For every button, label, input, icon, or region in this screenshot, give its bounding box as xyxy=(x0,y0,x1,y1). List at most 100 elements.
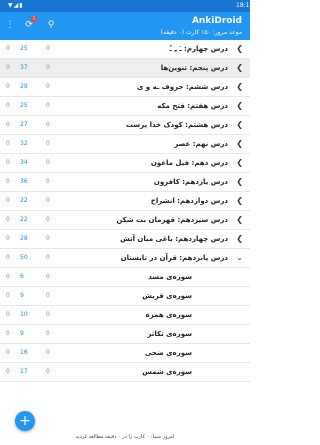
deck-name: درس یازدهم: کافرون xyxy=(153,178,228,186)
review-count: 0 xyxy=(46,311,50,318)
learn-count: 0 xyxy=(6,254,10,261)
chevron-left-icon[interactable]: ❮ xyxy=(236,101,243,110)
deck-row[interactable]: 0 34 0 درس دهم: فیل ماعون ❮ xyxy=(0,154,250,173)
deck-row[interactable]: 0 25 0 درس چهارم: ـَ ـِ ـُ ❮ xyxy=(0,40,250,59)
new-count: 25 xyxy=(20,102,28,109)
chevron-left-icon[interactable]: ❮ xyxy=(236,234,243,243)
deck-name: سوره‌ی ضحی xyxy=(144,349,192,357)
chevron-left-icon[interactable]: ❮ xyxy=(236,158,243,167)
deck-row[interactable]: 0 22 0 درس دوازدهم: انشراح ❮ xyxy=(0,192,250,211)
deck-name: درس ششم: حروف ـه و ی xyxy=(136,83,228,91)
learn-count: 0 xyxy=(6,216,10,223)
overflow-menu-icon[interactable]: ⋮ xyxy=(3,18,17,32)
search-icon[interactable]: ⚲ xyxy=(44,18,58,32)
status-bar: ▼◢▮ 18:16 xyxy=(0,0,253,12)
new-count: 28 xyxy=(20,235,28,242)
review-count: 0 xyxy=(46,349,50,356)
chevron-left-icon[interactable]: ❮ xyxy=(236,44,243,53)
deck-name: درس چهارم: ـَ ـِ ـُ xyxy=(169,45,228,53)
review-count: 0 xyxy=(46,197,50,204)
review-count: 0 xyxy=(46,235,50,242)
app-bar: ⋮ ⟳ 1 ⚲ AnkiDroid موعد مرور: ۱۵۰ کارت (۰… xyxy=(0,12,250,40)
deck-name: درس سیزدهم: قهرمان بت شکن xyxy=(116,216,228,224)
learn-count: 0 xyxy=(6,102,10,109)
review-count: 0 xyxy=(46,178,50,185)
new-count: 6 xyxy=(20,273,24,280)
learn-count: 0 xyxy=(6,83,10,90)
new-count: 16 xyxy=(20,349,28,356)
new-count: 22 xyxy=(20,197,28,204)
new-count: 37 xyxy=(20,64,28,71)
new-count: 9 xyxy=(20,330,24,337)
deck-row[interactable]: 0 22 0 درس سیزدهم: قهرمان بت شکن ❮ xyxy=(0,211,250,230)
deck-name: درس نهم: عصر xyxy=(174,140,228,148)
deck-row[interactable]: 0 32 0 درس نهم: عصر ❮ xyxy=(0,135,250,154)
deck-row[interactable]: 0 29 0 درس ششم: حروف ـه و ی ❮ xyxy=(0,78,250,97)
deck-row[interactable]: 0 50 0 درس پانزدهم: قرآن در تابستان ⌄ xyxy=(0,249,250,268)
deck-name: درس هشتم: کودک خدا پرست xyxy=(125,121,228,129)
new-count: 50 xyxy=(20,254,28,261)
new-count: 9 xyxy=(20,292,24,299)
new-count: 17 xyxy=(20,368,28,375)
deck-name: درس پانزدهم: قرآن در تابستان xyxy=(120,254,228,262)
deck-list: 0 25 0 درس چهارم: ـَ ـِ ـُ ❮ 0 37 0 درس پنجم: تن… xyxy=(0,40,250,382)
deck-name: درس پنجم: تنوین‌ها xyxy=(160,64,228,72)
chevron-left-icon[interactable]: ❮ xyxy=(236,139,243,148)
new-count: 22 xyxy=(20,216,28,223)
review-count: 0 xyxy=(46,64,50,71)
subdeck-row[interactable]: 0 6 0 سوره‌ی مسد xyxy=(0,268,250,287)
deck-name: درس چهاردهم: باغی میان آتش xyxy=(120,235,228,243)
chevron-left-icon[interactable]: ❮ xyxy=(236,196,243,205)
learn-count: 0 xyxy=(6,159,10,166)
app-title: AnkiDroid xyxy=(191,16,242,26)
review-count: 0 xyxy=(46,292,50,299)
learn-count: 0 xyxy=(6,330,10,337)
deck-name: سوره‌ی مسد xyxy=(148,273,192,281)
chevron-left-icon[interactable]: ❮ xyxy=(236,63,243,72)
deck-row[interactable]: 0 36 0 درس یازدهم: کافرون ❮ xyxy=(0,173,250,192)
subdeck-row[interactable]: 0 16 0 سوره‌ی ضحی xyxy=(0,344,250,363)
learn-count: 0 xyxy=(6,197,10,204)
review-count: 0 xyxy=(46,330,50,337)
learn-count: 0 xyxy=(6,368,10,375)
deck-row[interactable]: 0 27 0 درس هشتم: کودک خدا پرست ❮ xyxy=(0,116,250,135)
deck-row[interactable]: 0 28 0 درس چهاردهم: باغی میان آتش ❮ xyxy=(0,230,250,249)
review-count: 0 xyxy=(46,368,50,375)
chevron-left-icon[interactable]: ❮ xyxy=(236,215,243,224)
deck-name: سوره‌ی همزه xyxy=(145,311,192,319)
chevron-down-icon[interactable]: ⌄ xyxy=(236,253,243,262)
sync-badge: 1 xyxy=(31,16,37,22)
review-count: 0 xyxy=(46,254,50,261)
deck-name: سوره‌ی تکاثر xyxy=(147,330,192,338)
chevron-left-icon[interactable]: ❮ xyxy=(236,82,243,91)
learn-count: 0 xyxy=(6,273,10,280)
deck-name: درس دوازدهم: انشراح xyxy=(150,197,228,205)
add-fab-button[interactable]: + xyxy=(15,411,35,431)
study-summary: امروز شما: ۰ کارت را در ۰ دقیقه مطالعه ک… xyxy=(75,434,175,440)
subdeck-row[interactable]: 0 17 0 سوره‌ی شمس xyxy=(0,363,250,382)
review-count: 0 xyxy=(46,140,50,147)
subdeck-row[interactable]: 0 9 0 سوره‌ی قریش xyxy=(0,287,250,306)
learn-count: 0 xyxy=(6,140,10,147)
sync-icon[interactable]: ⟳ 1 xyxy=(22,16,37,32)
review-count: 0 xyxy=(46,45,50,52)
new-count: 32 xyxy=(20,140,28,147)
subdeck-row[interactable]: 0 9 0 سوره‌ی تکاثر xyxy=(0,325,250,344)
chevron-left-icon[interactable]: ❮ xyxy=(236,120,243,129)
learn-count: 0 xyxy=(6,311,10,318)
chevron-left-icon[interactable]: ❮ xyxy=(236,177,243,186)
review-count: 0 xyxy=(46,273,50,280)
learn-count: 0 xyxy=(6,45,10,52)
new-count: 34 xyxy=(20,159,28,166)
subdeck-row[interactable]: 0 10 0 سوره‌ی همزه xyxy=(0,306,250,325)
learn-count: 0 xyxy=(6,64,10,71)
review-count: 0 xyxy=(46,159,50,166)
learn-count: 0 xyxy=(6,235,10,242)
deck-name: درس دهم: فیل ماعون xyxy=(150,159,228,167)
review-count: 0 xyxy=(46,216,50,223)
new-count: 36 xyxy=(20,178,28,185)
signal-icons: ▼◢▮ xyxy=(8,2,24,9)
deck-row[interactable]: 0 37 0 درس پنجم: تنوین‌ها ❮ xyxy=(0,59,250,78)
deck-row[interactable]: 0 25 0 درس هفتم: فتح مکه ❮ xyxy=(0,97,250,116)
deck-name: سوره‌ی قریش xyxy=(142,292,192,300)
